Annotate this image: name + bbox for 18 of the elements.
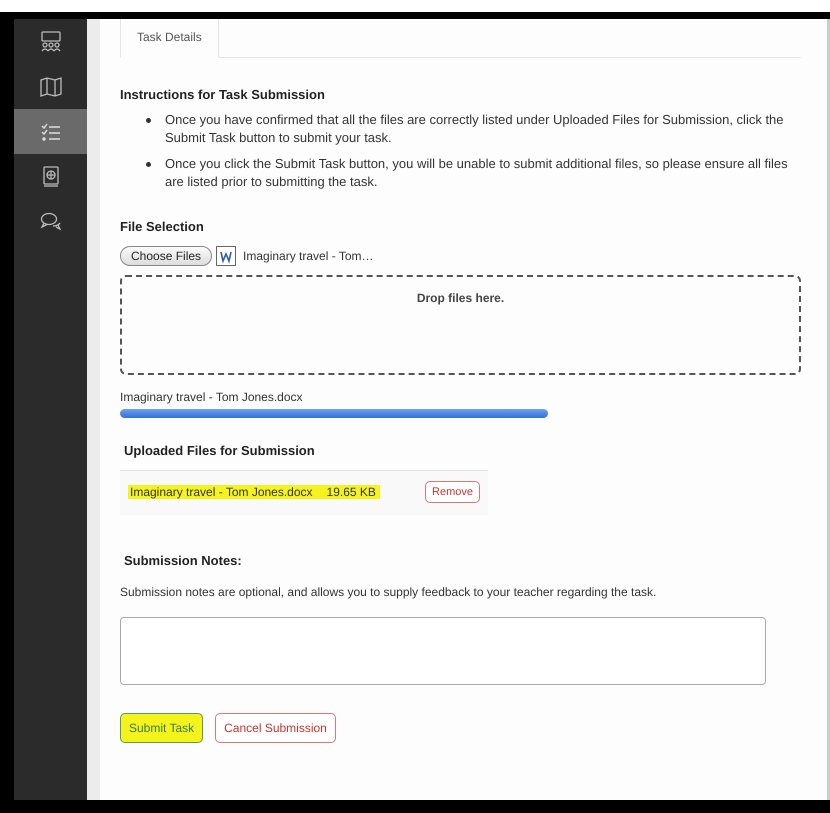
- remove-button[interactable]: Remove: [425, 481, 480, 503]
- upload-file-name: Imaginary travel - Tom Jones.docx: [120, 390, 304, 404]
- drop-zone-label: Drop files here.: [416, 291, 504, 305]
- chosen-file-name: Imaginary travel - Tom…: [243, 249, 374, 263]
- section-title: Instructions for Task Submission: [120, 87, 326, 102]
- instruction-text: Once you have confirmed that all the files are correctly listed under Uploaded Files for Submission, click the Submit Task button to submit your task.: [165, 111, 785, 147]
- notes-description: Submission notes are optional, and allows you to supply feedback to your teacher regarding the task.: [120, 585, 658, 599]
- tab[interactable]: Task Details: [120, 19, 219, 58]
- file-size: 19.65 KB: [314, 485, 380, 499]
- drop-zone[interactable]: Drop files here.: [120, 275, 801, 375]
- instruction-text: Once you click the Submit Task button, you will be unable to submit additional files, so please ensure all files are listed prior to submitting the task.: [165, 155, 789, 191]
- section-title: File Selection: [120, 219, 205, 234]
- choose-files-button[interactable]: Choose Files: [120, 246, 212, 266]
- uploaded-file-name: Imaginary travel - Tom Jones.docx: [128, 485, 315, 499]
- submit-button[interactable]: Submit Task: [120, 713, 204, 743]
- section-title: Uploaded Files for Submission: [124, 443, 316, 458]
- section-title: Submission Notes:: [124, 553, 243, 568]
- cancel-button[interactable]: Cancel Submission: [215, 713, 336, 743]
